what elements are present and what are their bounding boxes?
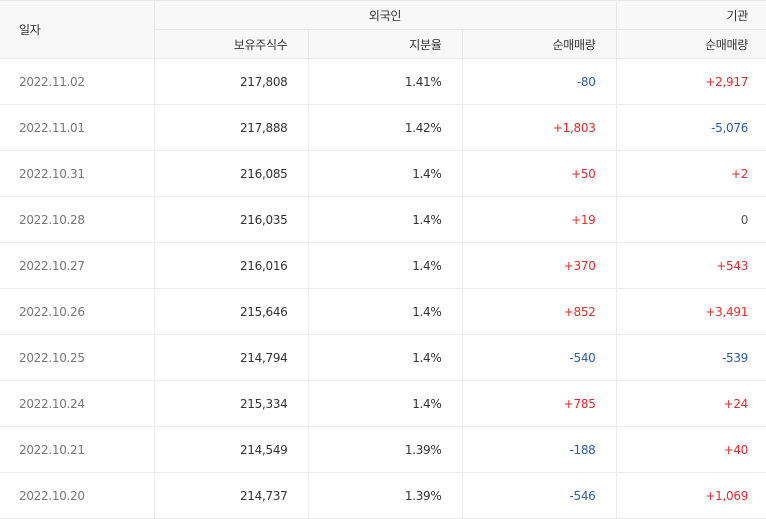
institution-net-cell: +543: [616, 242, 766, 289]
date-cell: 2022.10.31: [0, 150, 155, 197]
foreign-net-cell: +785: [462, 380, 617, 427]
foreign-net-cell: +1,803: [462, 104, 617, 151]
institution-net-cell: -539: [616, 334, 766, 381]
date-cell: 2022.10.20: [0, 472, 155, 519]
table-row: 2022.11.01 217,888 1.42% +1,803 -5,076: [0, 104, 766, 151]
ratio-cell: 1.4%: [308, 380, 463, 427]
foreign-net-cell: +852: [462, 288, 617, 335]
holdings-column-header: 보유주식수: [154, 29, 309, 59]
foreign-net-cell: -188: [462, 426, 617, 473]
investor-trading-table: 일자 외국인 기관 보유주식수 지분율 순매매량 순매매량 2022.11.02…: [0, 0, 766, 519]
ratio-cell: 1.4%: [308, 150, 463, 197]
date-cell: 2022.11.01: [0, 104, 155, 151]
foreign-net-column-header: 순매매량: [462, 29, 617, 59]
ratio-cell: 1.41%: [308, 58, 463, 105]
table-row: 2022.10.21 214,549 1.39% -188 +40: [0, 426, 766, 473]
date-cell: 2022.11.02: [0, 58, 155, 105]
ratio-cell: 1.39%: [308, 472, 463, 519]
holdings-cell: 216,016: [154, 242, 309, 289]
table-row: 2022.10.24 215,334 1.4% +785 +24: [0, 380, 766, 427]
institution-net-cell: +24: [616, 380, 766, 427]
holdings-cell: 214,794: [154, 334, 309, 381]
institution-net-cell: +2,917: [616, 58, 766, 105]
ratio-cell: 1.4%: [308, 196, 463, 243]
date-cell: 2022.10.28: [0, 196, 155, 243]
table-header: 일자 외국인 기관 보유주식수 지분율 순매매량 순매매량: [0, 0, 766, 59]
institution-group-header: 기관: [616, 0, 766, 30]
ratio-cell: 1.4%: [308, 334, 463, 381]
holdings-cell: 217,888: [154, 104, 309, 151]
date-cell: 2022.10.21: [0, 426, 155, 473]
table-row: 2022.10.25 214,794 1.4% -540 -539: [0, 334, 766, 381]
table-row: 2022.10.26 215,646 1.4% +852 +3,491: [0, 288, 766, 335]
institution-net-column-header: 순매매량: [616, 29, 766, 59]
date-column-header: 일자: [0, 0, 155, 59]
foreign-net-cell: +19: [462, 196, 617, 243]
holdings-cell: 216,085: [154, 150, 309, 197]
foreign-net-cell: -546: [462, 472, 617, 519]
ratio-cell: 1.4%: [308, 288, 463, 335]
holdings-cell: 215,646: [154, 288, 309, 335]
foreign-net-cell: +50: [462, 150, 617, 197]
foreign-net-cell: -540: [462, 334, 617, 381]
institution-net-cell: +40: [616, 426, 766, 473]
foreign-net-cell: -80: [462, 58, 617, 105]
holdings-cell: 214,549: [154, 426, 309, 473]
date-cell: 2022.10.24: [0, 380, 155, 427]
holdings-cell: 215,334: [154, 380, 309, 427]
foreign-group-header: 외국인: [154, 0, 617, 30]
ratio-column-header: 지분율: [308, 29, 463, 59]
holdings-cell: 217,808: [154, 58, 309, 105]
institution-net-cell: 0: [616, 196, 766, 243]
ratio-cell: 1.4%: [308, 242, 463, 289]
date-cell: 2022.10.26: [0, 288, 155, 335]
table-row: 2022.10.27 216,016 1.4% +370 +543: [0, 242, 766, 289]
date-cell: 2022.10.25: [0, 334, 155, 381]
ratio-cell: 1.42%: [308, 104, 463, 151]
holdings-cell: 216,035: [154, 196, 309, 243]
date-cell: 2022.10.27: [0, 242, 155, 289]
table-row: 2022.10.28 216,035 1.4% +19 0: [0, 196, 766, 243]
institution-net-cell: +2: [616, 150, 766, 197]
table-row: 2022.10.20 214,737 1.39% -546 +1,069: [0, 472, 766, 519]
holdings-cell: 214,737: [154, 472, 309, 519]
table-body: 2022.11.02 217,808 1.41% -80 +2,917 2022.11.0…: [0, 58, 766, 519]
table-row: 2022.11.02 217,808 1.41% -80 +2,917: [0, 58, 766, 105]
institution-net-cell: +1,069: [616, 472, 766, 519]
foreign-net-cell: +370: [462, 242, 617, 289]
institution-net-cell: +3,491: [616, 288, 766, 335]
ratio-cell: 1.39%: [308, 426, 463, 473]
table-row: 2022.10.31 216,085 1.4% +50 +2: [0, 150, 766, 197]
institution-net-cell: -5,076: [616, 104, 766, 151]
